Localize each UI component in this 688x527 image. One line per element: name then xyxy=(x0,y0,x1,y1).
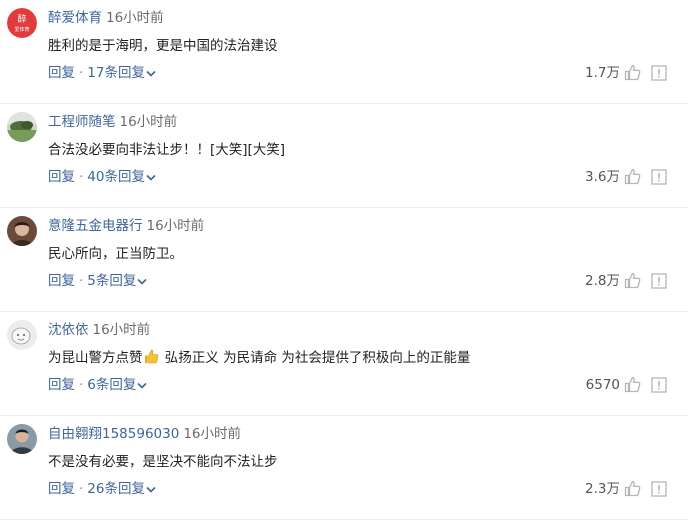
thumbs-up-icon[interactable] xyxy=(624,480,641,497)
separator-dot: · xyxy=(79,169,84,185)
separator-dot: · xyxy=(79,377,84,393)
comment-item: 沈依依 16小时前 为昆山警方点赞 弘扬正义 为民请命 为社会提供了积极向上的正能… xyxy=(0,312,688,416)
replies-count-label: 5条回复 xyxy=(87,273,137,289)
comment-actions: 回复 · 6条回复 xyxy=(48,373,147,397)
separator-dot: · xyxy=(79,65,84,81)
comment-item: 工程师随笔 16小时前 合法没必要向非法让步！！[大笑][大笑] 回复 · 40条回复… xyxy=(0,104,688,208)
author-name[interactable]: 自由翱翔158596030 xyxy=(48,426,179,442)
replies-count-label: 6条回复 xyxy=(87,377,137,393)
comment-actions: 回复 · 26条回复 xyxy=(48,477,156,501)
comment-text: 胜利的是于海明，更是中国的法治建设 xyxy=(48,38,278,54)
comment-header: 自由翱翔158596030 16小时前 xyxy=(48,424,241,444)
chevron-down-icon xyxy=(137,278,147,285)
report-icon[interactable] xyxy=(651,65,667,81)
comment-header: 意隆五金电器行 16小时前 xyxy=(48,216,204,236)
avatar-logo-text: 醉 xyxy=(17,13,26,25)
like-count: 2.3万 xyxy=(585,481,620,497)
author-name[interactable]: 工程师随笔 xyxy=(48,114,116,130)
report-icon[interactable] xyxy=(651,481,667,497)
comment-text: 合法没必要向非法让步！！[大笑][大笑] xyxy=(48,142,286,158)
timestamp: 16小时前 xyxy=(183,426,241,442)
report-icon[interactable] xyxy=(651,377,667,393)
timestamp: 16小时前 xyxy=(119,114,178,130)
reply-button[interactable]: 回复 xyxy=(48,481,75,497)
reply-button[interactable]: 回复 xyxy=(48,377,75,393)
timestamp: 16小时前 xyxy=(106,10,164,26)
like-count: 1.7万 xyxy=(585,65,620,81)
comment-header: 工程师随笔 16小时前 xyxy=(48,112,177,132)
reply-button[interactable]: 回复 xyxy=(48,273,75,289)
replies-count-label: 40条回复 xyxy=(87,169,145,185)
thumbs-up-icon[interactable] xyxy=(624,168,641,185)
timestamp: 16小时前 xyxy=(146,218,205,234)
comment-text: 民心所向，正当防卫。 xyxy=(48,246,183,262)
avatar[interactable] xyxy=(7,216,37,246)
report-icon[interactable] xyxy=(651,273,667,289)
view-replies-button[interactable]: 26条回复 xyxy=(87,481,156,497)
chevron-down-icon xyxy=(146,70,156,77)
comment-item: 自由翱翔158596030 16小时前 不是没有必要，是坚决不能向不法让步 回复 ·… xyxy=(0,416,688,520)
sketch-avatar-icon xyxy=(7,320,37,350)
avatar[interactable]: 醉 爱体育 xyxy=(7,8,37,38)
separator-dot: · xyxy=(79,273,84,289)
report-icon[interactable] xyxy=(651,169,667,185)
view-replies-button[interactable]: 5条回复 xyxy=(87,273,147,289)
comment-header: 沈依依 16小时前 xyxy=(48,320,150,340)
replies-count-label: 17条回复 xyxy=(87,65,145,81)
replies-count-label: 26条回复 xyxy=(87,481,145,497)
avatar-logo-subtext: 爱体育 xyxy=(14,26,29,33)
chevron-down-icon xyxy=(137,382,147,389)
comment-actions: 回复 · 17条回复 xyxy=(48,61,156,85)
thumbs-up-icon[interactable] xyxy=(624,376,641,393)
avatar[interactable] xyxy=(7,424,37,454)
zuiai-tiyu-logo-icon: 醉 爱体育 xyxy=(7,8,37,38)
comment-item: 意隆五金电器行 16小时前 民心所向，正当防卫。 回复 · 5条回复 2.8万 xyxy=(0,208,688,312)
comment-text-part: 为昆山警方点赞 xyxy=(48,350,143,366)
reply-button[interactable]: 回复 xyxy=(48,65,75,81)
comment-text: 为昆山警方点赞 弘扬正义 为民请命 为社会提供了积极向上的正能量 xyxy=(48,347,470,369)
comment-actions: 回复 · 5条回复 xyxy=(48,269,147,293)
like-count: 2.8万 xyxy=(585,273,620,289)
timestamp: 16小时前 xyxy=(92,322,151,338)
author-name[interactable]: 沈依依 xyxy=(48,322,89,338)
chevron-down-icon xyxy=(146,174,156,181)
author-name[interactable]: 意隆五金电器行 xyxy=(48,218,143,234)
thumbs-up-emoji-icon xyxy=(144,349,158,364)
comment-item: 醉 爱体育 醉爱体育 16小时前 胜利的是于海明，更是中国的法治建设 回复 · 17条… xyxy=(0,0,688,104)
comment-text-part: 弘扬正义 为民请命 为社会提供了积极向上的正能量 xyxy=(160,350,471,366)
person-avatar-icon xyxy=(7,424,37,454)
thumbs-up-icon[interactable] xyxy=(624,272,641,289)
comment-list: 醉 爱体育 醉爱体育 16小时前 胜利的是于海明，更是中国的法治建设 回复 · 17条… xyxy=(0,0,688,520)
author-name[interactable]: 醉爱体育 xyxy=(48,10,102,26)
view-replies-button[interactable]: 40条回复 xyxy=(87,169,156,185)
comment-text: 不是没有必要，是坚决不能向不法让步 xyxy=(48,454,278,470)
comment-actions: 回复 · 40条回复 xyxy=(48,165,156,189)
chevron-down-icon xyxy=(146,486,156,493)
avatar[interactable] xyxy=(7,112,37,142)
separator-dot: · xyxy=(79,481,84,497)
view-replies-button[interactable]: 6条回复 xyxy=(87,377,147,393)
reply-button[interactable]: 回复 xyxy=(48,169,75,185)
portrait-avatar-icon xyxy=(7,216,37,246)
comment-header: 醉爱体育 16小时前 xyxy=(48,8,164,28)
like-count: 6570 xyxy=(585,377,620,393)
avatar[interactable] xyxy=(7,320,37,350)
like-count: 3.6万 xyxy=(585,169,620,185)
landscape-avatar-icon xyxy=(7,112,37,142)
view-replies-button[interactable]: 17条回复 xyxy=(87,65,156,81)
thumbs-up-icon[interactable] xyxy=(624,64,641,81)
